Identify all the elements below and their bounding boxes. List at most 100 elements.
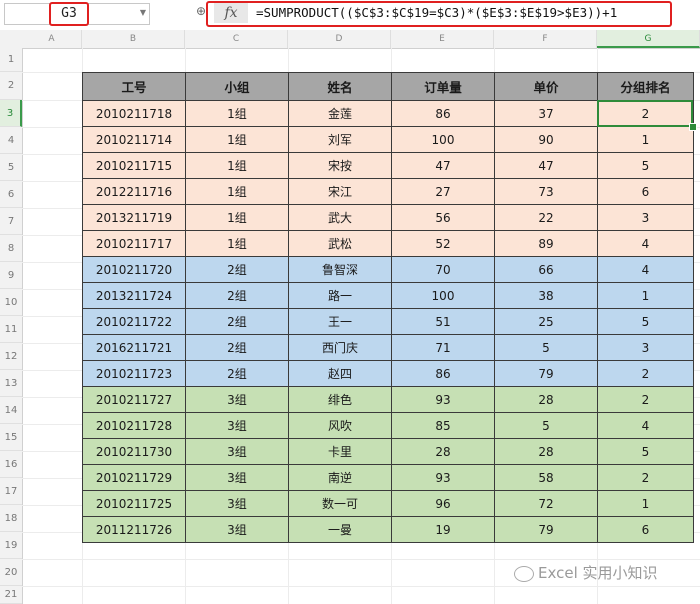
- table-cell[interactable]: 2010211722: [82, 308, 186, 335]
- table-cell[interactable]: 赵四: [288, 360, 392, 387]
- row-header-6[interactable]: 6: [0, 181, 22, 208]
- table-cell[interactable]: 2组: [185, 256, 289, 283]
- table-cell[interactable]: 2010211728: [82, 412, 186, 439]
- table-cell[interactable]: 2: [597, 386, 694, 413]
- table-cell[interactable]: 鲁智深: [288, 256, 392, 283]
- table-cell[interactable]: 2: [597, 100, 694, 127]
- table-cell[interactable]: 1组: [185, 152, 289, 179]
- table-cell[interactable]: 27: [391, 178, 495, 205]
- row-header-18[interactable]: 18: [0, 505, 22, 532]
- fx-icon[interactable]: fx: [214, 3, 248, 23]
- table-cell[interactable]: 79: [494, 360, 598, 387]
- table-cell[interactable]: 宋江: [288, 178, 392, 205]
- table-cell[interactable]: 85: [391, 412, 495, 439]
- table-cell[interactable]: 南逆: [288, 464, 392, 491]
- table-cell[interactable]: 93: [391, 464, 495, 491]
- table-cell[interactable]: 路一: [288, 282, 392, 309]
- table-cell[interactable]: 金莲: [288, 100, 392, 127]
- table-cell[interactable]: 37: [494, 100, 598, 127]
- row-header-3[interactable]: 3: [0, 100, 22, 127]
- table-cell[interactable]: 70: [391, 256, 495, 283]
- table-cell[interactable]: 王一: [288, 308, 392, 335]
- table-cell[interactable]: 58: [494, 464, 598, 491]
- table-cell[interactable]: 28: [494, 438, 598, 465]
- table-cell[interactable]: 4: [597, 230, 694, 257]
- table-cell[interactable]: 2010211715: [82, 152, 186, 179]
- row-header-14[interactable]: 14: [0, 397, 22, 424]
- table-cell[interactable]: 52: [391, 230, 495, 257]
- table-cell[interactable]: 71: [391, 334, 495, 361]
- table-cell[interactable]: 5: [494, 412, 598, 439]
- row-header-9[interactable]: 9: [0, 262, 22, 289]
- table-cell[interactable]: 47: [494, 152, 598, 179]
- formula-input[interactable]: =SUMPRODUCT(($C$3:$C$19=$C3)*($E$3:$E$19…: [206, 1, 672, 27]
- table-cell[interactable]: 西门庆: [288, 334, 392, 361]
- column-header-a[interactable]: A: [22, 30, 82, 48]
- table-cell[interactable]: 3组: [185, 516, 289, 543]
- table-cell[interactable]: 宋按: [288, 152, 392, 179]
- table-cell[interactable]: 2010211729: [82, 464, 186, 491]
- table-cell[interactable]: 绯色: [288, 386, 392, 413]
- row-header-7[interactable]: 7: [0, 208, 22, 235]
- table-cell[interactable]: 2010211730: [82, 438, 186, 465]
- table-cell[interactable]: 90: [494, 126, 598, 153]
- table-cell[interactable]: 刘军: [288, 126, 392, 153]
- table-cell[interactable]: 93: [391, 386, 495, 413]
- table-cell[interactable]: 2: [597, 360, 694, 387]
- table-cell[interactable]: 51: [391, 308, 495, 335]
- table-cell[interactable]: 2013211724: [82, 282, 186, 309]
- table-cell[interactable]: 3: [597, 204, 694, 231]
- table-cell[interactable]: 1: [597, 490, 694, 517]
- row-header-15[interactable]: 15: [0, 424, 22, 451]
- table-cell[interactable]: 3组: [185, 412, 289, 439]
- row-header-5[interactable]: 5: [0, 154, 22, 181]
- table-cell[interactable]: 2组: [185, 308, 289, 335]
- column-header-e[interactable]: E: [391, 30, 494, 48]
- table-cell[interactable]: 武大: [288, 204, 392, 231]
- row-header-20[interactable]: 20: [0, 559, 22, 586]
- table-cell[interactable]: 5: [494, 334, 598, 361]
- table-cell[interactable]: 66: [494, 256, 598, 283]
- table-cell[interactable]: 一曼: [288, 516, 392, 543]
- chevron-down-icon[interactable]: ▼: [140, 8, 146, 17]
- row-header-1[interactable]: 1: [0, 48, 22, 72]
- table-cell[interactable]: 2011211726: [82, 516, 186, 543]
- table-cell[interactable]: 2组: [185, 360, 289, 387]
- zoom-icon[interactable]: ⊕: [196, 4, 206, 18]
- name-box[interactable]: G3 ▼: [4, 2, 150, 26]
- table-cell[interactable]: 2010211727: [82, 386, 186, 413]
- table-cell[interactable]: 1: [597, 126, 694, 153]
- table-cell[interactable]: 2010211725: [82, 490, 186, 517]
- table-cell[interactable]: 25: [494, 308, 598, 335]
- table-cell[interactable]: 数一可: [288, 490, 392, 517]
- table-cell[interactable]: 2010211717: [82, 230, 186, 257]
- table-cell[interactable]: 武松: [288, 230, 392, 257]
- table-cell[interactable]: 4: [597, 412, 694, 439]
- table-cell[interactable]: 3: [597, 334, 694, 361]
- table-cell[interactable]: 86: [391, 100, 495, 127]
- table-cell[interactable]: 28: [391, 438, 495, 465]
- column-header-g[interactable]: G: [597, 30, 700, 48]
- column-header-f[interactable]: F: [494, 30, 597, 48]
- table-cell[interactable]: 6: [597, 178, 694, 205]
- table-cell[interactable]: 1组: [185, 230, 289, 257]
- table-cell[interactable]: 1组: [185, 100, 289, 127]
- header-cell[interactable]: 工号: [82, 72, 186, 101]
- row-header-21[interactable]: 21: [0, 586, 22, 604]
- column-header-d[interactable]: D: [288, 30, 391, 48]
- table-cell[interactable]: 2010211723: [82, 360, 186, 387]
- column-header-c[interactable]: C: [185, 30, 288, 48]
- header-cell[interactable]: 姓名: [288, 72, 392, 101]
- header-cell[interactable]: 订单量: [391, 72, 495, 101]
- table-cell[interactable]: 79: [494, 516, 598, 543]
- table-cell[interactable]: 2010211720: [82, 256, 186, 283]
- row-header-11[interactable]: 11: [0, 316, 22, 343]
- table-cell[interactable]: 72: [494, 490, 598, 517]
- column-header-b[interactable]: B: [82, 30, 185, 48]
- table-cell[interactable]: 2组: [185, 334, 289, 361]
- row-header-13[interactable]: 13: [0, 370, 22, 397]
- row-header-17[interactable]: 17: [0, 478, 22, 505]
- table-cell[interactable]: 5: [597, 152, 694, 179]
- row-header-16[interactable]: 16: [0, 451, 22, 478]
- table-cell[interactable]: 100: [391, 126, 495, 153]
